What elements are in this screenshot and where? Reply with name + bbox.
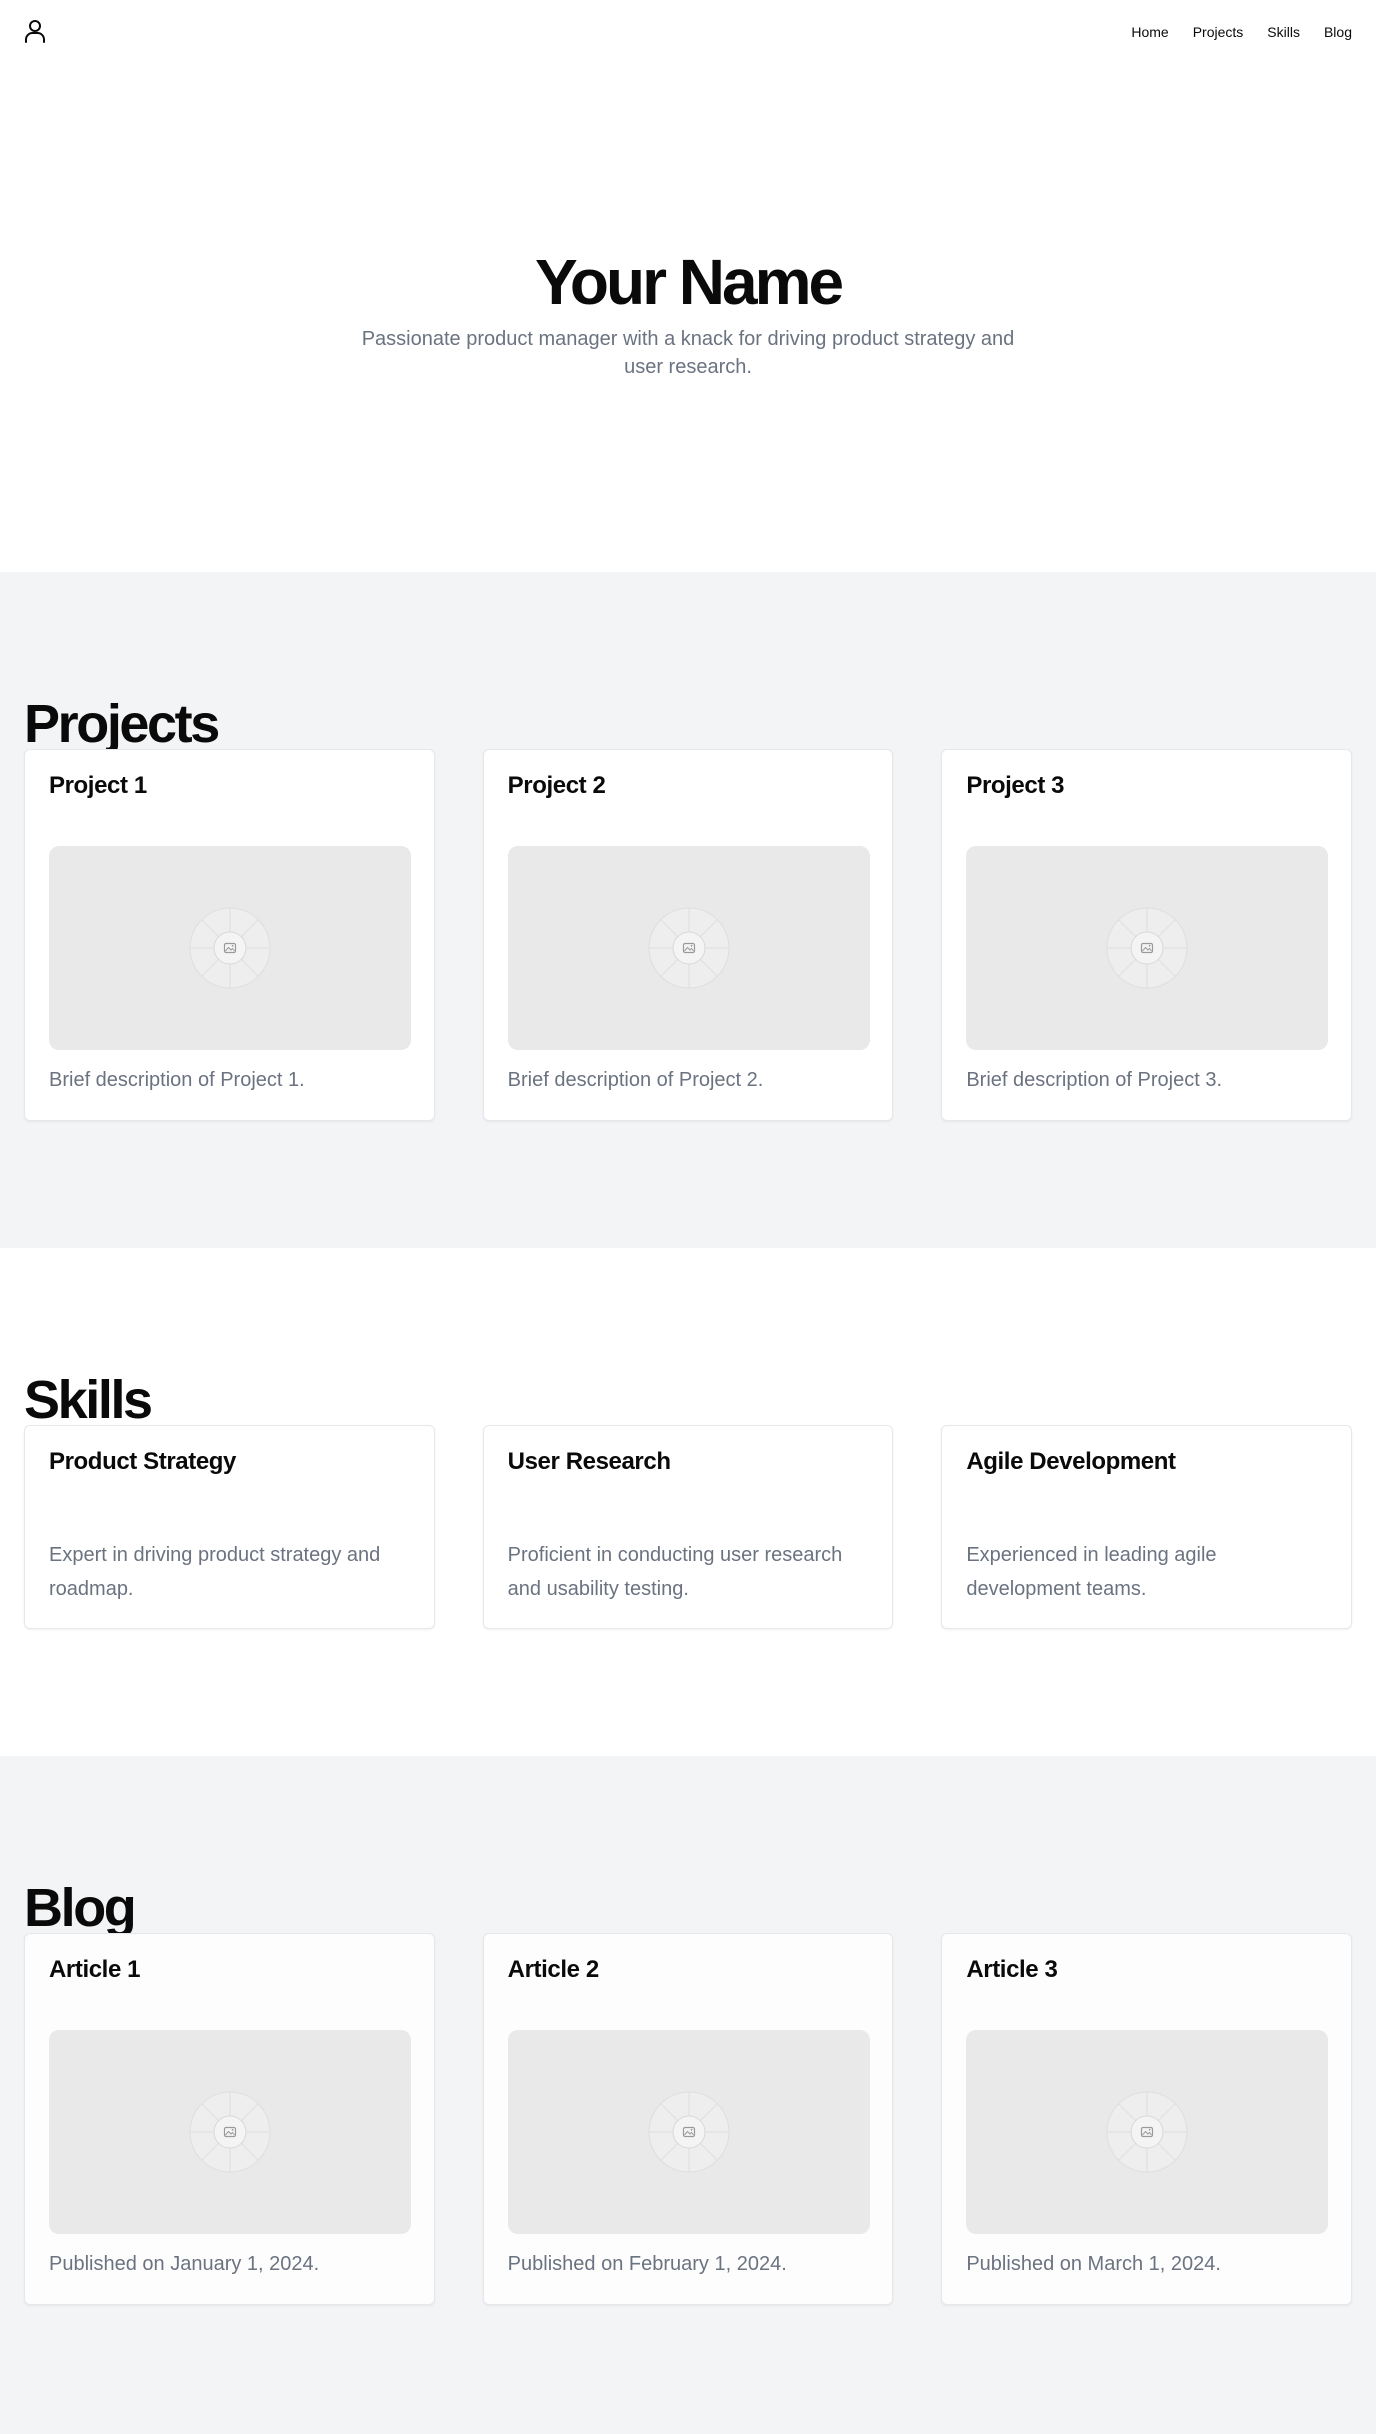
projects-grid: Project 1 Brief description of Project 1… <box>24 749 1353 1121</box>
project-card-image <box>507 846 870 1050</box>
nav-links: Home Projects Skills Blog <box>1131 22 1352 42</box>
project-card-image <box>966 846 1329 1050</box>
image-placeholder-icon <box>1106 907 1188 989</box>
article-card-date: Published on February 1, 2024. <box>507 2253 787 2275</box>
project-card-image <box>49 846 411 1050</box>
project-card-description: Brief description of Project 2. <box>507 1069 764 1091</box>
skill-card-description: Experienced in leading agile development… <box>966 1544 1217 1600</box>
article-card-image <box>49 2030 411 2234</box>
skill-card-description: Expert in driving product strategy and r… <box>49 1544 381 1600</box>
skills-section: Skills Product Strategy Expert in drivin… <box>0 1248 1376 1756</box>
hero-section: Your Name Passionate product manager wit… <box>0 64 1376 572</box>
skill-card-title: Product Strategy <box>49 1448 236 1475</box>
article-card[interactable]: Article 3 Published on March 1, 2024. <box>941 1933 1353 2305</box>
nav-link-home[interactable]: Home <box>1131 22 1168 42</box>
skill-card: Product Strategy Expert in driving produ… <box>24 1425 435 1629</box>
article-card-title: Article 2 <box>507 1956 600 1983</box>
project-card[interactable]: Project 3 Brief description of Project 3… <box>941 749 1353 1121</box>
blog-section: Blog Article 1 Published on January 1, 2… <box>0 1756 1376 2434</box>
image-placeholder-icon <box>189 2091 271 2173</box>
skill-card-title: Agile Development <box>966 1448 1176 1475</box>
hero-subtitle: Passionate product manager with a knack … <box>361 328 1015 378</box>
nav-link-blog[interactable]: Blog <box>1324 22 1352 42</box>
article-card-date: Published on March 1, 2024. <box>966 2253 1221 2275</box>
article-card-date: Published on January 1, 2024. <box>49 2253 320 2275</box>
projects-heading: Projects <box>24 694 220 754</box>
blog-heading: Blog <box>24 1878 137 1938</box>
project-card[interactable]: Project 1 Brief description of Project 1… <box>24 749 435 1121</box>
article-card-image <box>966 2030 1329 2234</box>
nav-link-skills[interactable]: Skills <box>1267 22 1300 42</box>
skills-heading: Skills <box>24 1370 153 1430</box>
user-icon[interactable] <box>24 19 46 43</box>
project-card-title: Project 1 <box>49 772 147 799</box>
image-placeholder-icon <box>648 2091 730 2173</box>
image-placeholder-icon <box>1106 2091 1188 2173</box>
article-card-title: Article 1 <box>49 1956 141 1983</box>
project-card-title: Project 2 <box>507 772 606 799</box>
project-card-description: Brief description of Project 1. <box>49 1069 305 1091</box>
article-card[interactable]: Article 2 Published on February 1, 2024. <box>482 1933 894 2305</box>
skill-card: Agile Development Experienced in leading… <box>941 1425 1353 1629</box>
image-placeholder-icon <box>189 907 271 989</box>
image-placeholder-icon <box>648 907 730 989</box>
skills-grid: Product Strategy Expert in driving produ… <box>24 1425 1353 1629</box>
article-card-image <box>507 2030 870 2234</box>
skill-card-title: User Research <box>507 1448 671 1475</box>
skill-card: User Research Proficient in conducting u… <box>482 1425 894 1629</box>
skill-card-description: Proficient in conducting user research a… <box>507 1544 843 1600</box>
projects-section: Projects Project 1 Brief description of … <box>0 572 1376 1248</box>
blog-grid: Article 1 Published on January 1, 2024. … <box>24 1933 1353 2305</box>
nav-link-projects[interactable]: Projects <box>1193 22 1244 42</box>
top-nav: Home Projects Skills Blog <box>0 0 1376 64</box>
article-card-title: Article 3 <box>966 1956 1058 1983</box>
hero-title: Your Name <box>534 246 844 318</box>
project-card-description: Brief description of Project 3. <box>966 1069 1223 1091</box>
project-card-title: Project 3 <box>966 772 1065 799</box>
article-card[interactable]: Article 1 Published on January 1, 2024. <box>24 1933 435 2305</box>
project-card[interactable]: Project 2 Brief description of Project 2… <box>482 749 894 1121</box>
